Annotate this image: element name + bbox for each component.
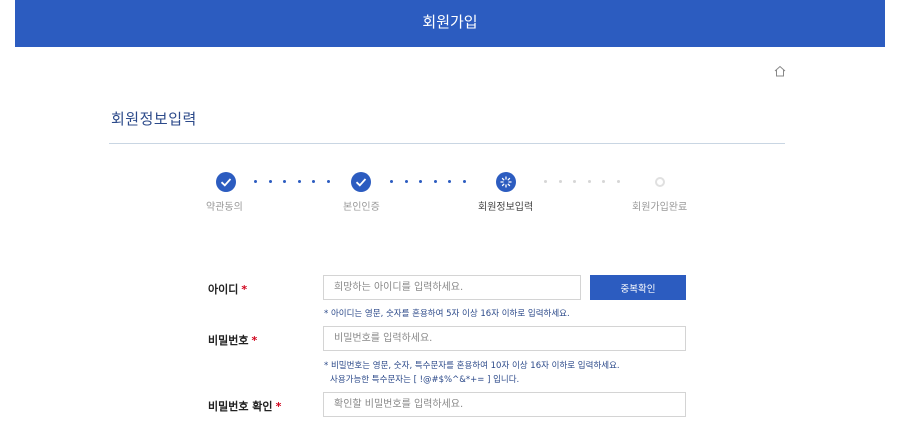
step-done-check-icon [216,172,236,192]
password-label: 비밀번호 * [208,334,258,347]
step-connector [544,180,620,184]
step-current-loading-icon [496,172,516,192]
duplicate-check-button[interactable]: 중복확인 [590,275,686,300]
step-pending-circle-icon [655,177,665,187]
header-bar: 회원가입 [15,0,885,47]
required-mark: * [275,400,282,413]
required-mark: * [241,283,248,296]
password-hint: * 비밀번호는 영문, 숫자, 특수문자를 혼용하여 10자 이상 16자 이하… [324,361,620,371]
step-done-check-icon [351,172,371,192]
id-label: 아이디 * [208,283,248,296]
step-label-terms: 약관동의 [206,202,243,213]
password-input[interactable] [323,326,686,351]
step-label-member-info: 회원정보입력 [478,202,534,213]
section-title: 회원정보입력 [111,110,197,128]
section-divider [109,143,785,144]
id-input[interactable] [323,275,581,300]
password-confirm-label: 비밀번호 확인 * [208,400,282,413]
page-title: 회원가입 [422,13,478,31]
password-special-chars-hint: 사용가능한 특수문자는 [ !@#$%^&*+= ] 입니다. [330,375,520,385]
step-label-complete: 회원가입완료 [632,202,688,213]
step-connector [390,180,466,184]
step-connector [254,180,330,184]
required-mark: * [251,334,258,347]
step-label-verification: 본인인증 [343,202,380,213]
home-icon[interactable] [773,63,787,77]
id-hint: * 아이디는 영문, 숫자를 혼용하여 5자 이상 16자 이하로 입력하세요. [324,309,570,319]
password-confirm-input[interactable] [323,392,686,417]
